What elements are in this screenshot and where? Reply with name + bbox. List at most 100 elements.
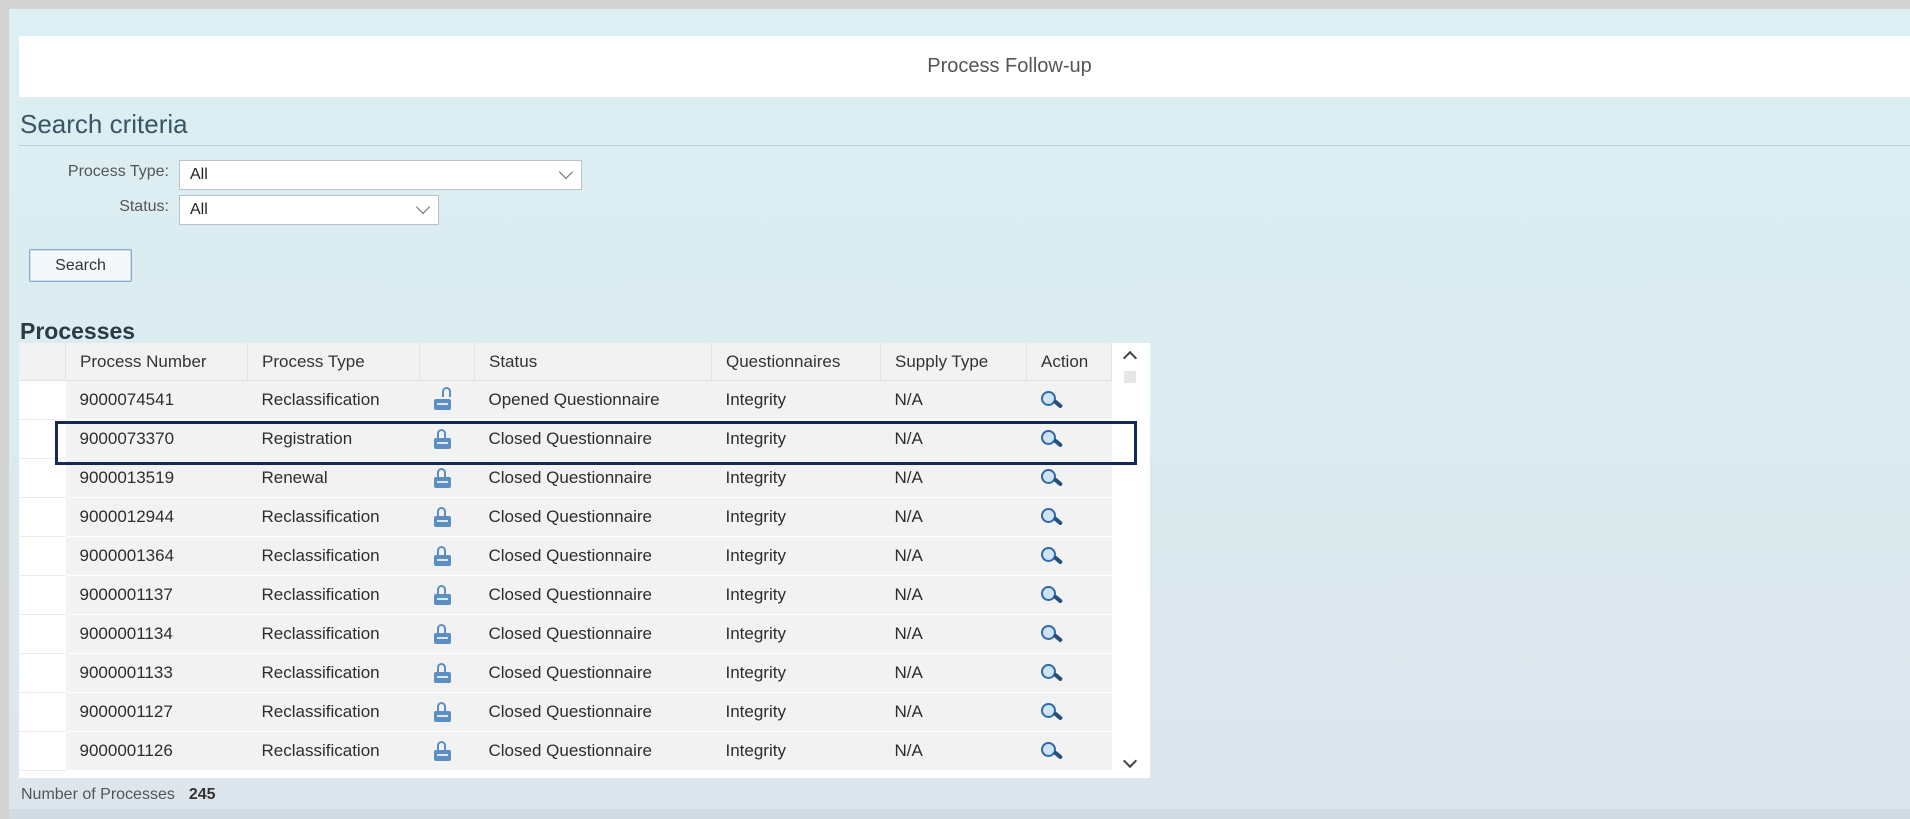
table-row[interactable]: 9000012944 Reclassification Closed Questio… <box>19 497 1112 537</box>
action-cell <box>1026 692 1112 732</box>
process-type-select[interactable]: All <box>179 160 582 190</box>
unlock-icon <box>432 387 454 411</box>
supply-type-cell: N/A <box>880 419 1027 459</box>
process-number-cell: 9000013519 <box>65 458 248 498</box>
lock-cell <box>419 614 475 654</box>
search-icon[interactable] <box>1039 467 1065 489</box>
row-selector[interactable] <box>19 497 66 537</box>
status-cell: Closed Questionnaire <box>474 458 712 498</box>
process-type-cell: Reclassification <box>247 692 420 732</box>
lock-icon <box>432 584 454 606</box>
lock-cell <box>419 653 475 693</box>
action-cell <box>1026 419 1112 459</box>
status-cell: Closed Questionnaire <box>474 614 712 654</box>
row-selector[interactable] <box>19 380 66 420</box>
process-type-cell: Reclassification <box>247 575 420 615</box>
table-scrollbar[interactable] <box>1120 343 1140 778</box>
chevron-down-icon[interactable] <box>1122 753 1138 769</box>
search-icon[interactable] <box>1039 545 1065 567</box>
status-cell: Opened Questionnaire <box>474 380 712 420</box>
supply-type-cell: N/A <box>880 731 1027 771</box>
processes-heading: Processes <box>20 318 136 344</box>
search-icon[interactable] <box>1039 584 1065 606</box>
column-header-process-type[interactable]: Process Type <box>247 343 420 381</box>
table-row[interactable]: 9000001134 Reclassification Closed Questio… <box>19 614 1112 654</box>
questionnaires-cell: Integrity <box>711 380 881 420</box>
action-cell <box>1026 575 1112 615</box>
page-title: Process Follow-up <box>927 55 1092 77</box>
row-selector[interactable] <box>19 575 66 615</box>
title-bar: Process Follow-up <box>19 36 1910 97</box>
lock-cell <box>419 575 475 615</box>
search-icon[interactable] <box>1039 701 1065 723</box>
search-icon[interactable] <box>1039 506 1065 528</box>
search-icon[interactable] <box>1039 389 1065 411</box>
process-type-cell: Reclassification <box>247 731 420 771</box>
process-type-value: All <box>190 166 208 183</box>
column-header-process-number[interactable]: Process Number <box>65 343 248 381</box>
row-selector[interactable] <box>19 536 66 576</box>
table-row[interactable]: 9000001364 Reclassification Closed Questio… <box>19 536 1112 576</box>
processes-table-container: Process Number Process Type Status Quest… <box>19 343 1150 778</box>
process-count-label: Number of Processes <box>21 786 175 803</box>
table-row[interactable]: 9000001133 Reclassification Closed Questio… <box>19 653 1112 693</box>
row-selector[interactable] <box>19 692 66 732</box>
lock-icon <box>432 740 454 762</box>
questionnaires-cell: Integrity <box>711 536 881 576</box>
status-cell: Closed Questionnaire <box>474 575 712 615</box>
search-button[interactable]: Search <box>29 249 132 282</box>
column-header-action[interactable]: Action <box>1026 343 1112 381</box>
search-icon[interactable] <box>1039 623 1065 645</box>
row-selector[interactable] <box>19 653 66 693</box>
questionnaires-cell: Integrity <box>711 419 881 459</box>
status-cell: Closed Questionnaire <box>474 731 712 771</box>
questionnaires-cell: Integrity <box>711 692 881 732</box>
status-cell: Closed Questionnaire <box>474 536 712 576</box>
search-icon[interactable] <box>1039 662 1065 684</box>
supply-type-cell: N/A <box>880 458 1027 498</box>
app-frame: Process Follow-up Search criteria Proces… <box>9 9 1910 819</box>
supply-type-cell: N/A <box>880 536 1027 576</box>
processes-table: Process Number Process Type Status Quest… <box>19 343 1112 771</box>
column-header-questionnaires[interactable]: Questionnaires <box>711 343 881 381</box>
lock-icon <box>432 428 454 450</box>
column-header-status[interactable]: Status <box>474 343 712 381</box>
column-header-lock[interactable] <box>419 343 475 381</box>
process-number-cell: 9000001364 <box>65 536 248 576</box>
section-divider <box>19 145 1910 146</box>
table-row[interactable]: 9000001137 Reclassification Closed Questio… <box>19 575 1112 615</box>
chevron-up-icon[interactable] <box>1122 350 1138 366</box>
scroll-thumb[interactable] <box>1124 371 1136 383</box>
process-type-cell: Renewal <box>247 458 420 498</box>
supply-type-cell: N/A <box>880 614 1027 654</box>
status-cell: Closed Questionnaire <box>474 497 712 537</box>
process-type-cell: Reclassification <box>247 380 420 420</box>
process-type-label: Process Type: <box>67 163 169 180</box>
status-select[interactable]: All <box>179 195 439 225</box>
supply-type-cell: N/A <box>880 653 1027 693</box>
status-label: Status: <box>119 198 169 215</box>
search-criteria-heading: Search criteria <box>20 109 188 139</box>
table-row[interactable]: 9000013519 Renewal Closed Questionnaire Int… <box>19 458 1112 498</box>
search-icon[interactable] <box>1039 740 1065 762</box>
action-cell <box>1026 653 1112 693</box>
table-row[interactable]: 9000001126 Reclassification Closed Questio… <box>19 731 1112 771</box>
row-selector[interactable] <box>19 458 66 498</box>
row-selector[interactable] <box>19 614 66 654</box>
status-cell: Closed Questionnaire <box>474 419 712 459</box>
table-row[interactable]: 9000074541 Reclassification Opened Questio… <box>19 380 1112 420</box>
process-count-value: 245 <box>188 786 216 803</box>
row-selector[interactable] <box>19 419 66 459</box>
lock-icon <box>432 545 454 567</box>
row-selector[interactable] <box>19 731 66 771</box>
column-header-select[interactable] <box>19 343 66 381</box>
search-icon[interactable] <box>1039 428 1065 450</box>
process-number-cell: 9000001133 <box>65 653 248 693</box>
table-row[interactable]: 9000001127 Reclassification Closed Questio… <box>19 692 1112 732</box>
table-row[interactable]: 9000073370 Registration Closed Questionnai… <box>19 419 1112 459</box>
process-number-cell: 9000001137 <box>65 575 248 615</box>
process-number-cell: 9000001127 <box>65 692 248 732</box>
supply-type-cell: N/A <box>880 575 1027 615</box>
questionnaires-cell: Integrity <box>711 575 881 615</box>
column-header-supply-type[interactable]: Supply Type <box>880 343 1027 381</box>
